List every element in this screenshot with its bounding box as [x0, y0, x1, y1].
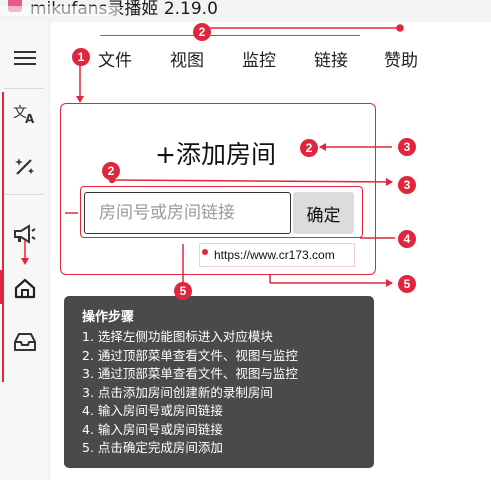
annotation-badge: 5 [174, 282, 192, 300]
arrow-head [21, 258, 29, 265]
arrow-head [319, 143, 326, 151]
annotation-dot [396, 24, 404, 32]
annotation-lines [21, 24, 404, 288]
annotation-line [111, 179, 393, 183]
arrow-head [386, 178, 393, 186]
annotation-badge: 1 [72, 48, 90, 66]
annotation-badge: 2 [102, 162, 120, 180]
annotation-badge: 3 [398, 138, 416, 156]
arrow-head [76, 96, 84, 103]
annotation-badge: 5 [398, 275, 416, 293]
arrow-head [386, 279, 393, 287]
annotation-badge: 2 [300, 139, 318, 157]
annotation-badge: 3 [398, 176, 416, 194]
annotation-badge: 4 [398, 230, 416, 248]
annotation-badge: 2 [193, 23, 211, 41]
